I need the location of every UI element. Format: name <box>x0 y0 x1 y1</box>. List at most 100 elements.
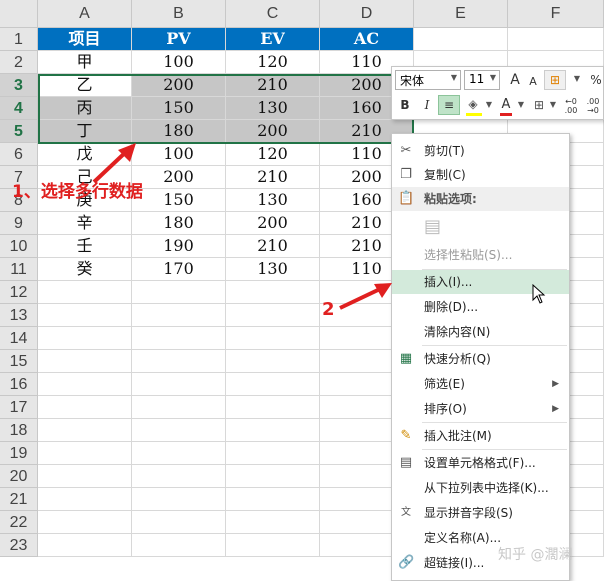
grid-cell[interactable] <box>226 327 320 350</box>
table-header-cell[interactable]: PV <box>132 28 226 51</box>
grid-cell[interactable] <box>226 465 320 488</box>
grid-cell[interactable] <box>226 396 320 419</box>
grid-cell[interactable] <box>38 396 132 419</box>
row-header[interactable]: 21 <box>0 488 38 511</box>
grid-cell[interactable] <box>132 534 226 557</box>
row-header[interactable]: 19 <box>0 442 38 465</box>
grid-cell[interactable] <box>38 511 132 534</box>
grid-cell[interactable]: 癸 <box>38 258 132 281</box>
column-header-d[interactable]: D <box>320 0 414 28</box>
row-header[interactable]: 1 <box>0 28 38 51</box>
grid-cell[interactable]: 100 <box>132 51 226 74</box>
grid-cell[interactable] <box>132 373 226 396</box>
column-header-f[interactable]: F <box>508 0 604 28</box>
column-header-a[interactable]: A <box>38 0 132 28</box>
grid-cell[interactable]: 210 <box>226 235 320 258</box>
grid-cell[interactable] <box>38 488 132 511</box>
row-header[interactable]: 5 <box>0 120 38 143</box>
grid-cell[interactable] <box>226 281 320 304</box>
grid-cell[interactable] <box>38 465 132 488</box>
table-header-cell[interactable]: EV <box>226 28 320 51</box>
chevron-down-icon[interactable]: ▼ <box>548 96 558 114</box>
font-color-button[interactable]: A <box>498 96 514 114</box>
grid-cell[interactable] <box>38 534 132 557</box>
row-header[interactable]: 4 <box>0 97 38 120</box>
menu-item-clear-contents[interactable]: 清除内容(N) <box>392 320 569 344</box>
menu-item-insert-comment[interactable]: ✎ 插入批注(M) <box>392 424 569 448</box>
grid-cell[interactable]: 170 <box>132 258 226 281</box>
format-table-button[interactable]: ⊞ <box>544 70 566 90</box>
grid-cell[interactable]: 200 <box>226 212 320 235</box>
grid-cell[interactable]: 100 <box>132 143 226 166</box>
chevron-down-icon[interactable]: ▼ <box>490 73 496 82</box>
row-header[interactable]: 20 <box>0 465 38 488</box>
borders-icon[interactable]: ⊞ <box>530 96 548 114</box>
row-header[interactable]: 23 <box>0 534 38 557</box>
grid-cell[interactable] <box>414 28 508 51</box>
grid-cell[interactable] <box>132 327 226 350</box>
grid-cell[interactable] <box>38 350 132 373</box>
grid-cell[interactable] <box>132 281 226 304</box>
menu-item-pick-from-list[interactable]: 从下拉列表中选择(K)... <box>392 476 569 500</box>
grid-cell[interactable] <box>132 488 226 511</box>
row-header[interactable]: 13 <box>0 304 38 327</box>
menu-item-phonetic[interactable]: 文 显示拼音字段(S) <box>392 501 569 525</box>
italic-button[interactable]: I <box>418 96 436 114</box>
grid-cell[interactable] <box>38 419 132 442</box>
grid-cell[interactable] <box>38 304 132 327</box>
chevron-down-icon[interactable]: ▼ <box>570 70 584 88</box>
menu-item-filter[interactable]: 筛选(E) ▶ <box>392 372 569 396</box>
row-header[interactable]: 15 <box>0 350 38 373</box>
grid-cell[interactable]: 180 <box>132 212 226 235</box>
column-header-e[interactable]: E <box>414 0 508 28</box>
select-all-corner[interactable] <box>0 0 38 28</box>
grid-cell[interactable] <box>132 465 226 488</box>
grid-cell[interactable] <box>132 442 226 465</box>
menu-item-copy[interactable]: ❐ 复制(C) <box>392 163 569 187</box>
grid-cell[interactable] <box>132 419 226 442</box>
grid-cell[interactable]: 130 <box>226 258 320 281</box>
row-header[interactable]: 6 <box>0 143 38 166</box>
percent-style-button[interactable]: % <box>588 71 604 89</box>
grid-cell[interactable] <box>132 350 226 373</box>
menu-item-format-cells[interactable]: ▤ 设置单元格格式(F)... <box>392 451 569 475</box>
grid-cell[interactable] <box>226 304 320 327</box>
column-header-c[interactable]: C <box>226 0 320 28</box>
grid-cell[interactable]: 150 <box>132 189 226 212</box>
menu-item-cut[interactable]: ✂ 剪切(T) <box>392 139 569 163</box>
chevron-down-icon[interactable]: ▼ <box>516 96 526 114</box>
table-header-cell[interactable]: AC <box>320 28 414 51</box>
increase-font-button[interactable]: A <box>506 71 524 89</box>
grid-cell[interactable]: 辛 <box>38 212 132 235</box>
grid-cell[interactable] <box>226 373 320 396</box>
grid-cell[interactable] <box>132 396 226 419</box>
bold-button[interactable]: B <box>396 96 414 114</box>
menu-item-sort[interactable]: 排序(O) ▶ <box>392 397 569 421</box>
grid-cell[interactable] <box>38 373 132 396</box>
grid-cell[interactable]: 210 <box>226 166 320 189</box>
row-header[interactable]: 11 <box>0 258 38 281</box>
grid-cell[interactable]: 壬 <box>38 235 132 258</box>
grid-cell[interactable] <box>38 281 132 304</box>
menu-item-quick-analysis[interactable]: ▦ 快速分析(Q) <box>392 347 569 371</box>
grid-cell[interactable]: 190 <box>132 235 226 258</box>
grid-cell[interactable] <box>226 534 320 557</box>
grid-cell[interactable] <box>132 511 226 534</box>
grid-cell[interactable]: 130 <box>226 189 320 212</box>
increase-decimal-button[interactable]: ←0 .00 <box>560 97 582 115</box>
grid-cell[interactable] <box>226 419 320 442</box>
grid-cell[interactable] <box>226 350 320 373</box>
row-header[interactable]: 14 <box>0 327 38 350</box>
row-header[interactable]: 17 <box>0 396 38 419</box>
chevron-down-icon[interactable]: ▼ <box>484 96 494 114</box>
fill-color-icon[interactable]: ◈ <box>464 95 482 113</box>
row-header[interactable]: 18 <box>0 419 38 442</box>
font-name-box[interactable]: 宋体 ▼ <box>395 70 461 90</box>
align-center-icon[interactable]: ≡ <box>438 95 460 115</box>
grid-cell[interactable] <box>508 28 604 51</box>
grid-cell[interactable] <box>132 304 226 327</box>
grid-cell[interactable] <box>226 488 320 511</box>
row-header[interactable]: 10 <box>0 235 38 258</box>
table-header-cell[interactable]: 项目 <box>38 28 132 51</box>
row-header[interactable]: 3 <box>0 74 38 97</box>
